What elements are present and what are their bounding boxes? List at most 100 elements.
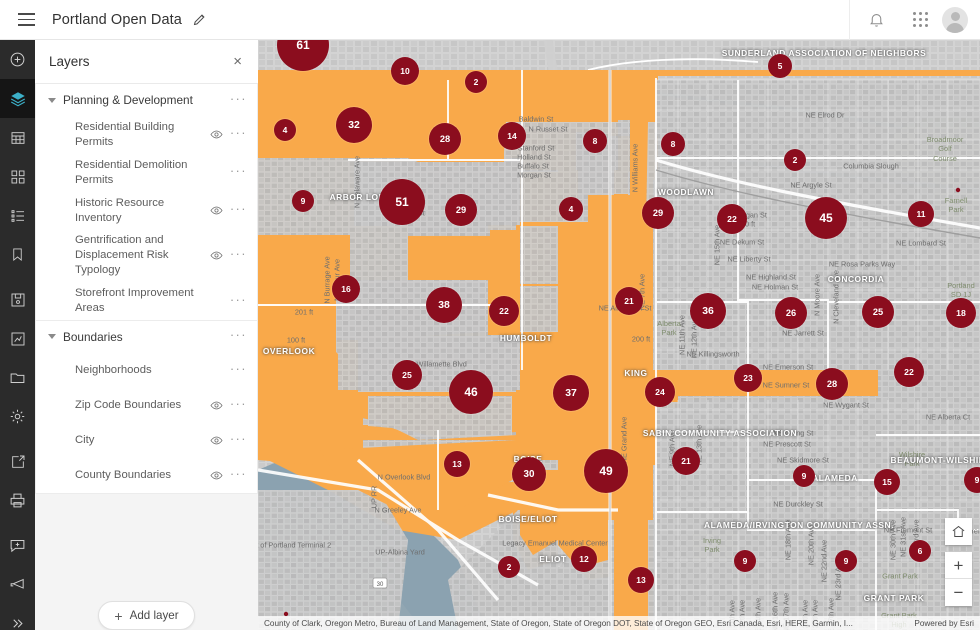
map-cluster-marker[interactable]: 5	[768, 54, 792, 78]
layer-row[interactable]: Neighborhoods ···	[36, 353, 257, 388]
home-icon[interactable]	[945, 518, 972, 545]
map-cluster-marker[interactable]: 8	[661, 132, 685, 156]
visibility-eye-icon[interactable]	[210, 469, 223, 482]
map-cluster-marker[interactable]: 36	[690, 293, 726, 329]
visibility-eye-icon[interactable]	[210, 128, 223, 141]
layer-options-button[interactable]: ···	[230, 397, 247, 414]
zoom-in-button[interactable]: +	[945, 552, 972, 579]
map-cluster-marker[interactable]: 25	[862, 296, 894, 328]
add-layer-button[interactable]: + Add layer	[98, 601, 195, 630]
layer-group-header[interactable]: Planning & Development ···	[36, 84, 257, 116]
layer-row[interactable]: City ···	[36, 423, 257, 458]
map-cluster-marker[interactable]: 15	[874, 469, 900, 495]
gear-icon[interactable]	[0, 397, 35, 436]
layer-row[interactable]: Gentrification and Displacement Risk Typ…	[36, 229, 257, 282]
layer-group-header[interactable]: Boundaries ···	[36, 321, 257, 353]
map-cluster-marker[interactable]: 22	[717, 204, 747, 234]
map-cluster-marker[interactable]: 9	[793, 465, 815, 487]
visibility-eye-icon[interactable]	[210, 434, 223, 447]
map-cluster-marker[interactable]: 10	[391, 57, 419, 85]
map-cluster-marker[interactable]: 13	[628, 567, 654, 593]
map-cluster-marker[interactable]: 25	[392, 360, 422, 390]
map-cluster-marker[interactable]: 29	[642, 197, 674, 229]
printer-icon[interactable]	[0, 481, 35, 520]
hamburger-icon[interactable]	[6, 0, 46, 40]
map-cluster-marker[interactable]: 37	[553, 375, 589, 411]
pencil-icon[interactable]	[192, 12, 207, 27]
layer-row[interactable]: Storefront Improvement Areas ···	[36, 282, 257, 320]
visibility-eye-icon[interactable]	[210, 399, 223, 412]
map-cluster-marker[interactable]: 13	[444, 451, 470, 477]
map-cluster-marker[interactable]: 8	[583, 129, 607, 153]
layer-options-button[interactable]: ···	[230, 126, 247, 143]
map-cluster-marker[interactable]: 28	[429, 123, 461, 155]
grid-apps-icon[interactable]	[898, 0, 942, 40]
layer-options-button[interactable]: ···	[230, 467, 247, 484]
map-cluster-marker[interactable]: 45	[805, 197, 847, 239]
map-cluster-marker[interactable]: 30	[512, 457, 546, 491]
layer-options-button[interactable]: ···	[230, 164, 247, 181]
map-cluster-marker[interactable]: 11	[908, 201, 934, 227]
share-export-icon[interactable]	[0, 442, 35, 481]
megaphone-icon[interactable]	[0, 565, 35, 604]
map-cluster-marker[interactable]: 9	[734, 550, 756, 572]
map-cluster-marker[interactable]: 26	[775, 297, 807, 329]
map-cluster-marker[interactable]: 4	[274, 119, 296, 141]
add-content-icon[interactable]	[0, 40, 35, 79]
user-avatar[interactable]	[942, 6, 968, 33]
layer-options-button[interactable]: ···	[230, 362, 247, 379]
comment-add-icon[interactable]	[0, 526, 35, 565]
layer-options-button[interactable]: ···	[230, 432, 247, 449]
chart-box-icon[interactable]	[0, 319, 35, 358]
map-cluster-marker[interactable]: 46	[449, 370, 493, 414]
map-cluster-marker[interactable]: 12	[571, 546, 597, 572]
layers-icon[interactable]	[0, 79, 35, 118]
map-cluster-marker[interactable]: 29	[445, 194, 477, 226]
basemap-grid-icon[interactable]	[0, 157, 35, 196]
map-cluster-marker[interactable]: 32	[336, 107, 372, 143]
map-cluster-marker[interactable]: 23	[734, 364, 762, 392]
map-cluster-marker[interactable]: 2	[784, 149, 806, 171]
table-icon[interactable]	[0, 118, 35, 157]
layer-options-button[interactable]: ···	[230, 247, 247, 264]
map-cluster-marker[interactable]: 18	[946, 298, 976, 328]
map-cluster-marker[interactable]: 24	[645, 377, 675, 407]
layer-row[interactable]: County Boundaries ···	[36, 458, 257, 493]
close-icon[interactable]: ×	[229, 50, 246, 73]
layer-group-options-button[interactable]: ···	[230, 92, 247, 109]
layer-options-button[interactable]: ···	[230, 293, 247, 310]
map-cluster-marker[interactable]: 49	[584, 449, 628, 493]
map-cluster-marker[interactable]: 21	[672, 447, 700, 475]
chevron-double-right-icon[interactable]	[0, 604, 35, 630]
map-cluster-marker[interactable]: 9	[292, 190, 314, 212]
map-cluster-marker[interactable]: 16	[332, 275, 360, 303]
map-cluster-marker[interactable]: 14	[498, 122, 526, 150]
map-cluster-marker[interactable]: 6	[909, 540, 931, 562]
legend-list-icon[interactable]	[0, 196, 35, 235]
bookmark-icon[interactable]	[0, 235, 35, 274]
visibility-eye-icon[interactable]	[210, 204, 223, 217]
map-cluster-marker[interactable]: 21	[615, 287, 643, 315]
map-cluster-marker[interactable]: 38	[426, 287, 462, 323]
visibility-eye-icon[interactable]	[210, 249, 223, 262]
map-cluster-marker[interactable]: 22	[489, 296, 519, 326]
map-cluster-marker[interactable]: 9	[835, 550, 857, 572]
map-canvas[interactable]: 30 Baldwin St N Russet St Stanford St Holla…	[258, 40, 980, 630]
layer-options-button[interactable]: ···	[230, 202, 247, 219]
layer-row[interactable]: Zip Code Boundaries ···	[36, 388, 257, 423]
chevron-down-icon[interactable]	[48, 97, 56, 103]
layer-group-options-button[interactable]: ···	[230, 328, 247, 345]
zoom-out-button[interactable]: −	[945, 579, 972, 606]
bell-icon[interactable]	[854, 0, 898, 40]
layer-row[interactable]: Residential Building Permits ···	[36, 116, 257, 154]
map-cluster-marker[interactable]: 28	[816, 368, 848, 400]
save-floppy-icon[interactable]	[0, 280, 35, 319]
folder-icon[interactable]	[0, 358, 35, 397]
layer-row[interactable]: Historic Resource Inventory ···	[36, 192, 257, 230]
map-cluster-marker[interactable]: 22	[894, 357, 924, 387]
map-cluster-marker[interactable]: 2	[498, 556, 520, 578]
layer-row[interactable]: Residential Demolition Permits ···	[36, 154, 257, 192]
chevron-down-icon[interactable]	[48, 334, 56, 340]
map-cluster-marker[interactable]: 51	[379, 179, 425, 225]
map-cluster-marker[interactable]: 2	[465, 71, 487, 93]
